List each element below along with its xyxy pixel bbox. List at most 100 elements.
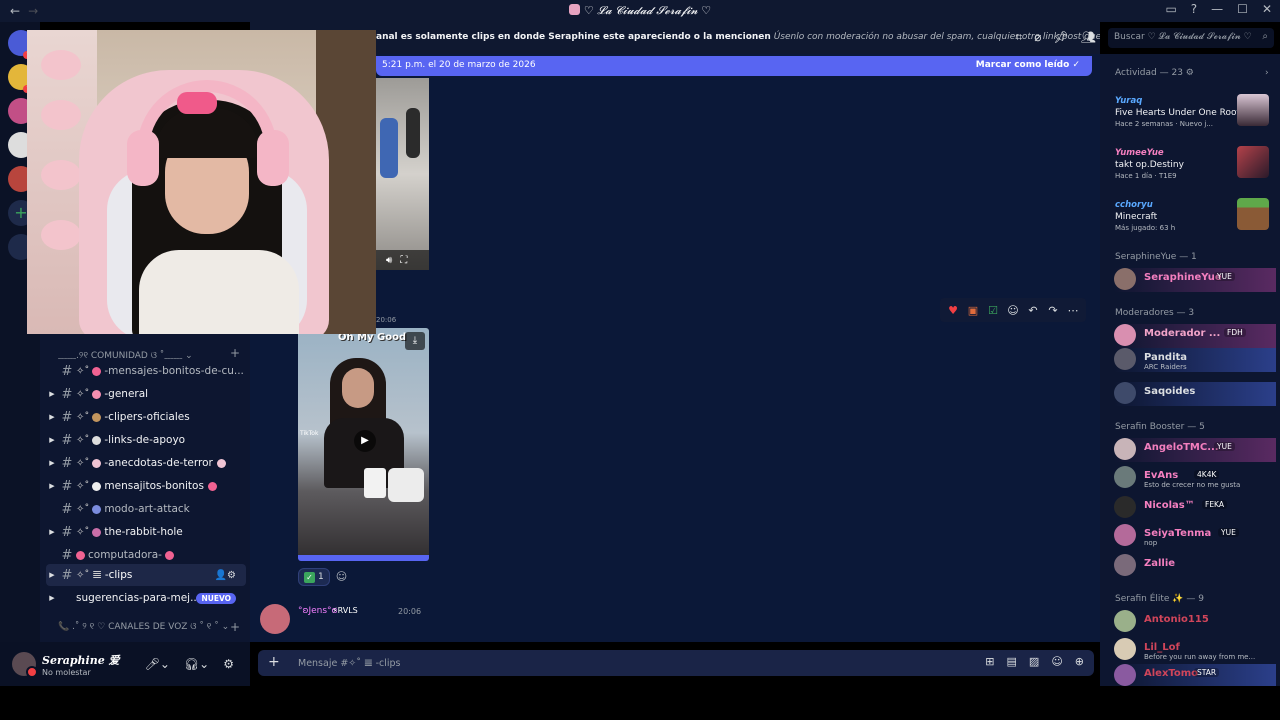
add-channel-icon[interactable]: + (230, 620, 240, 634)
headphones-icon[interactable]: 🎧︎⌄ (184, 657, 209, 671)
hash-icon: # (61, 478, 73, 494)
mark-as-read-button[interactable]: Marcar como leído ✓ (976, 60, 1080, 70)
channel-item[interactable]: ▶ # ✧˚ -clipers-oficiales (46, 406, 246, 428)
activity-user: YumeeYue (1115, 148, 1164, 158)
member-item[interactable]: Lil_Lof Before you run away from me... (1114, 638, 1276, 662)
new-messages-bar[interactable]: 5:21 p.m. el 20 de marzo de 2026 Marcar … (376, 56, 1092, 76)
volume-icon[interactable]: 🔊︎ (386, 255, 392, 266)
channel-item[interactable]: ▶ sugerencias-para-mej... NUEVO (46, 587, 246, 609)
forward-arrow-icon[interactable]: → (28, 4, 38, 18)
member-item[interactable]: SeraphineYue YUE (1114, 268, 1276, 292)
download-icon[interactable]: ⤓ (405, 332, 425, 350)
member-list: Actividad — 23 ⚙ › Yuraq Five Hearts Under… (1100, 54, 1280, 694)
member-tag: YUE (1218, 528, 1239, 537)
channel-label: -anecdotas-de-terror (104, 457, 213, 469)
video-attachment[interactable]: 🔊︎ ⛶ (376, 78, 429, 270)
close-icon[interactable]: ✕ (1262, 2, 1272, 16)
gif-icon[interactable]: ▤ (1007, 655, 1017, 668)
channel-item[interactable]: ▶ # ✧˚ -links-de-apoyo (46, 429, 246, 451)
back-arrow-icon[interactable]: ← (10, 4, 20, 18)
window-title-text: ♡ 𝓛𝓪 𝓒𝓲𝓾𝓭𝓪𝓭 𝓢𝓮𝓻𝓪𝓯𝓲𝓷 ♡ (583, 4, 712, 17)
fullscreen-icon[interactable]: ⛶ (400, 255, 407, 266)
collapse-arrow-icon: ▶ (49, 594, 55, 602)
member-item[interactable]: Moderador ... FDH (1114, 324, 1276, 348)
more-icon[interactable]: ⋯ (1066, 304, 1080, 317)
member-item[interactable]: Saqoides (1114, 382, 1276, 406)
activity-item[interactable]: cchoryu Minecraft Más jugado: 63 h (1115, 200, 1175, 232)
video-figure (406, 108, 420, 158)
channel-settings-icons[interactable]: 👤⚙ (215, 570, 236, 581)
heart-icon (164, 550, 174, 560)
channel-item[interactable]: ▶ # ✧˚ the-rabbit-hole (46, 521, 246, 543)
search-input[interactable]: Buscar ♡ 𝓛𝓪 𝓒𝓲𝓾𝓭𝓪𝓭 𝓢𝓮𝓻𝓪𝓯𝓲𝓷 ♡ ⌕ (1108, 28, 1274, 48)
emoji-reaction-icon[interactable]: ▣ (966, 304, 980, 317)
channel-label: computadora- (88, 549, 162, 561)
member-sub: nop (1144, 539, 1158, 547)
channel-item[interactable]: ▶ # ✧˚ mensajitos-bonitos (46, 475, 246, 497)
activity-item[interactable]: YumeeYue takt op.Destiny Hace 1 día · T1E9 (1115, 148, 1184, 180)
member-name: Saqoides (1144, 386, 1196, 397)
member-item[interactable]: Zallie (1114, 554, 1276, 578)
apps-icon[interactable]: ⊕ (1075, 655, 1084, 668)
member-item[interactable]: Pandita ARC Raiders (1114, 348, 1276, 372)
channel-item[interactable]: # computadora- (46, 544, 246, 566)
channel-topic[interactable]: anal es solamente clips en donde Seraphi… (376, 32, 1100, 42)
video-attachment[interactable]: Oh My Good TikTok ▶ ⤓ (298, 328, 429, 561)
member-item[interactable]: SeiyaTenma YUE nop (1114, 524, 1276, 548)
window-title: ♡ 𝓛𝓪 𝓒𝓲𝓾𝓭𝓪𝓭 𝓢𝓮𝓻𝓪𝓯𝓲𝓷 ♡ (0, 4, 1280, 18)
member-item[interactable]: EvAns 4K4K Esto de crecer no me gusta (1114, 466, 1276, 490)
add-channel-icon[interactable]: + (230, 346, 240, 360)
forward-icon[interactable]: ↷ (1046, 304, 1060, 317)
add-reaction-icon[interactable]: ☺ (336, 568, 350, 586)
video-progress-bar[interactable] (298, 555, 429, 561)
minimize-icon[interactable]: — (1211, 2, 1223, 16)
channel-item[interactable]: # ✧˚ modo-art-attack (46, 498, 246, 520)
channel-item[interactable]: ▶ # ✧˚ -anecdotas-de-terror (46, 452, 246, 474)
avatar (1114, 324, 1136, 346)
search-icon: ⌕ (1262, 31, 1268, 42)
avatar (1114, 496, 1136, 518)
avatar[interactable] (260, 604, 290, 634)
play-icon[interactable]: ▶ (354, 430, 376, 452)
category-voice[interactable]: 📞 .˚ ୨ ୧ ♡ CANALES DE VOZ ଓ ˚ ୧ ˚ ⌄ + (58, 620, 240, 634)
member-item[interactable]: Nicolas™ FEKA (1114, 496, 1276, 520)
emoji-icon[interactable]: ☺ (1051, 655, 1062, 668)
channel-item[interactable]: ▶ # ✧˚ -general (46, 383, 246, 405)
member-item[interactable]: AngeloTMC... YUE (1114, 438, 1276, 462)
pin-icon[interactable]: 📌︎ (1054, 30, 1069, 45)
add-attachment-icon[interactable]: + (268, 654, 280, 670)
avatar[interactable] (12, 652, 38, 678)
message-composer[interactable]: + Mensaje #✧˚ 𝌆 -clips ⊞ ▤ ▨ ☺ ⊕ (258, 650, 1094, 676)
clapper-icon: 𝌆 (92, 569, 102, 581)
help-icon[interactable]: ? (1191, 2, 1197, 16)
reply-icon[interactable]: ↶ (1026, 304, 1040, 317)
sticker-icon[interactable]: ▨ (1029, 655, 1039, 668)
activity-item[interactable]: Yuraq Five Hearts Under One Roof Hace 2 se… (1115, 96, 1240, 128)
channel-deco: ✧˚ (76, 457, 90, 469)
heart-reaction-icon[interactable]: ♥ (946, 304, 960, 317)
member-name: SeraphineYue (1144, 272, 1222, 283)
member-item[interactable]: Antonio115 (1114, 610, 1276, 634)
microphone-icon[interactable]: 🎤︎⌄ (145, 657, 170, 671)
channel-item-clips[interactable]: ▶ # ✧˚ 𝌆 -clips 👤⚙ (46, 564, 246, 586)
members-icon[interactable]: 👥︎ (1081, 30, 1096, 45)
channel-label: -clipers-oficiales (104, 411, 190, 423)
add-reaction-icon[interactable]: ☺ (1006, 304, 1020, 317)
threads-icon[interactable]: ⌗ (1016, 30, 1023, 45)
check-icon: ✓ (304, 571, 315, 583)
member-item[interactable]: AlexTomo STAR (1114, 664, 1276, 688)
check-reaction-icon[interactable]: ☑ (986, 304, 1000, 317)
activity-thumbnail (1237, 146, 1269, 178)
channel-item[interactable]: # ✧˚ -mensajes-bonitos-de-cu... (46, 360, 246, 382)
chevron-right-icon[interactable]: › (1265, 68, 1269, 78)
gift-icon[interactable]: ⊞ (985, 655, 994, 668)
member-tag: YUE (1214, 442, 1235, 451)
maximize-icon[interactable]: ☐ (1237, 2, 1248, 16)
channel-deco: ✧˚ (76, 365, 90, 377)
ghost-icon (92, 458, 102, 468)
member-name: Pandita (1144, 352, 1188, 363)
notifications-muted-icon[interactable]: ⌀ (1034, 30, 1041, 45)
inbox-icon[interactable]: ▭ (1165, 2, 1176, 16)
reaction-check[interactable]: ✓ 1 (298, 568, 330, 586)
gear-icon[interactable]: ⚙ (223, 657, 234, 671)
